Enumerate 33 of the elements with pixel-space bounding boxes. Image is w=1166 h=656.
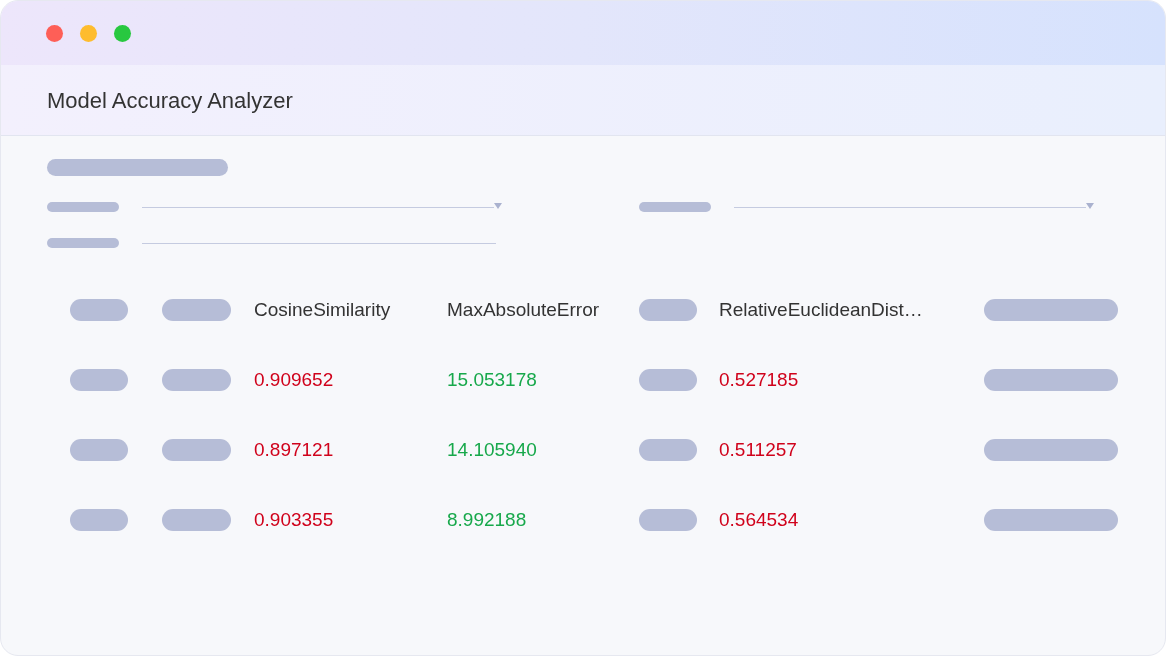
- table-cell-text: 14.105940: [447, 437, 537, 462]
- skeleton-bar: [47, 202, 119, 212]
- skeleton-bar: [162, 439, 231, 461]
- column-header: CosineSimilarity: [254, 297, 391, 322]
- skeleton-bar: [70, 299, 128, 321]
- table-cell-text: 0.903355: [254, 507, 334, 532]
- table-cell-text: 0.897121: [254, 437, 334, 462]
- skeleton-bar: [639, 202, 711, 212]
- skeleton-bar: [639, 509, 697, 531]
- table-cell-text: 0.564534: [719, 507, 799, 532]
- skeleton-bar: [162, 299, 231, 321]
- skeleton-bar: [70, 509, 128, 531]
- skeleton-bar: [162, 509, 231, 531]
- table-cell-text: 0.909652: [254, 367, 334, 392]
- dropdown-arrow-icon: [494, 203, 502, 209]
- skeleton-bar: [639, 439, 697, 461]
- skeleton-bar: [162, 369, 231, 391]
- skeleton-bar: [47, 238, 119, 248]
- skeleton-bar: [70, 369, 128, 391]
- skeleton-bar: [70, 439, 128, 461]
- column-header: RelativeEuclideanDist…: [719, 297, 923, 322]
- table-cell-text: 0.527185: [719, 367, 799, 392]
- skeleton-bar: [639, 369, 697, 391]
- column-header: MaxAbsoluteError: [447, 297, 600, 322]
- dropdown-arrow-icon: [1086, 203, 1094, 209]
- table-cell-text: 8.992188: [447, 507, 527, 532]
- window-title: Model Accuracy Analyzer: [47, 86, 293, 115]
- table-cell-text: 0.511257: [719, 437, 797, 462]
- close-button[interactable]: [46, 24, 63, 42]
- maximize-button[interactable]: [114, 24, 131, 42]
- table-cell-text: 15.053178: [447, 367, 537, 392]
- minimize-button[interactable]: [80, 24, 97, 42]
- skeleton-bar: [639, 299, 697, 321]
